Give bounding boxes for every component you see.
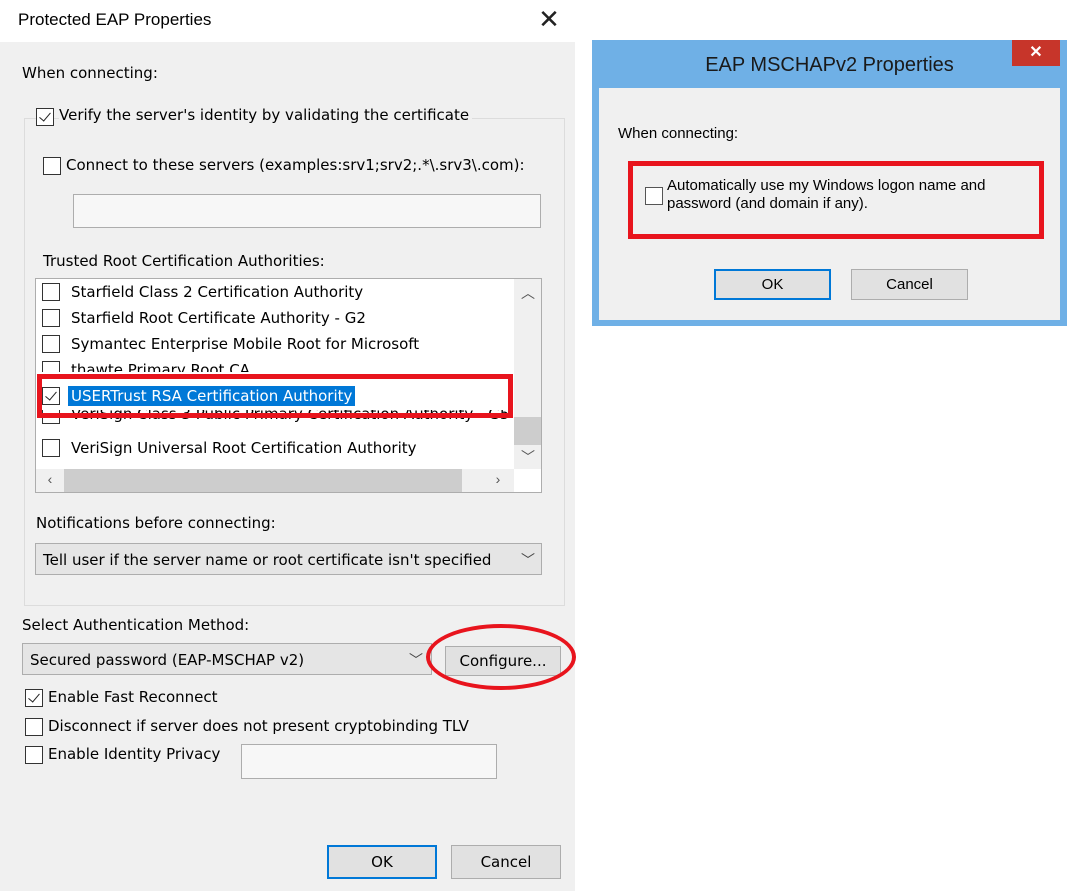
highlight-auto-logon <box>628 161 1044 239</box>
verify-server-label: Verify the server's identity by validati… <box>59 106 473 124</box>
mschap-close-icon[interactable]: ✕ <box>1012 40 1060 66</box>
certificate-name: VeriSign Universal Root Certification Au… <box>71 439 417 457</box>
auth-method-label: Select Authentication Method: <box>22 616 250 634</box>
fast-reconnect-label: Enable Fast Reconnect <box>48 688 218 706</box>
certificate-name: thawte Primary Root CA <box>71 361 250 372</box>
mschap-dialog-body: When connecting: Automatically use my Wi… <box>599 88 1060 320</box>
certificate-checkbox[interactable] <box>42 361 60 372</box>
notifications-dropdown[interactable]: Tell user if the server name or root cer… <box>35 543 542 575</box>
verify-server-checkbox[interactable] <box>36 108 54 126</box>
highlight-selected-certificate <box>37 374 513 418</box>
certificate-checkbox[interactable] <box>42 283 60 301</box>
list-item[interactable]: VeriSign Universal Root Certification Au… <box>36 436 514 462</box>
notifications-value: Tell user if the server name or root cer… <box>43 551 492 569</box>
chevron-down-icon: ﹀ <box>409 652 423 668</box>
identity-privacy-label: Enable Identity Privacy <box>48 745 221 763</box>
certificate-name: Symantec Enterprise Mobile Root for Micr… <box>71 335 420 353</box>
identity-privacy-input[interactable] <box>241 744 497 779</box>
scroll-left-icon[interactable]: ‹ <box>40 471 60 487</box>
cancel-button[interactable]: Cancel <box>451 845 561 879</box>
auth-method-value: Secured password (EAP-MSCHAP v2) <box>30 651 305 669</box>
vertical-scroll-thumb[interactable] <box>514 417 541 445</box>
certificate-name: Starfield Root Certificate Authority - G… <box>71 309 366 327</box>
certificate-checkbox[interactable] <box>42 309 60 327</box>
list-item[interactable]: Starfield Root Certificate Authority - G… <box>36 306 514 332</box>
cryptobinding-checkbox[interactable] <box>25 718 43 736</box>
when-connecting-label: When connecting: <box>22 64 158 82</box>
list-item[interactable]: Starfield Class 2 Certification Authorit… <box>36 280 514 306</box>
servers-input[interactable] <box>73 194 541 228</box>
certificate-name: Starfield Class 2 Certification Authorit… <box>71 283 364 301</box>
chevron-down-icon: ﹀ <box>521 552 535 568</box>
scroll-down-icon[interactable]: ﹀ <box>518 447 538 467</box>
protected-eap-properties-dialog: Protected EAP Properties ✕ When connecti… <box>0 0 576 891</box>
connect-servers-checkbox[interactable] <box>43 157 61 175</box>
list-item[interactable]: Symantec Enterprise Mobile Root for Micr… <box>36 332 514 358</box>
trusted-roots-label: Trusted Root Certification Authorities: <box>43 252 325 270</box>
notifications-label: Notifications before connecting: <box>36 514 276 532</box>
horizontal-scroll-thumb[interactable] <box>64 469 462 492</box>
ok-button[interactable]: OK <box>327 845 437 879</box>
mschap-ok-button[interactable]: OK <box>714 269 831 300</box>
highlight-configure-button <box>426 624 576 690</box>
certificate-checkbox[interactable] <box>42 335 60 353</box>
auth-method-dropdown[interactable]: Secured password (EAP-MSCHAP v2) ﹀ <box>22 643 432 675</box>
cryptobinding-label: Disconnect if server does not present cr… <box>48 717 469 735</box>
peap-close-icon[interactable]: ✕ <box>532 4 566 36</box>
mschap-cancel-button[interactable]: Cancel <box>851 269 968 300</box>
fast-reconnect-checkbox[interactable] <box>25 689 43 707</box>
mschap-when-connecting-label: When connecting: <box>618 125 739 142</box>
scroll-up-icon[interactable]: ︿ <box>518 283 538 303</box>
connect-servers-label: Connect to these servers (examples:srv1;… <box>66 156 525 174</box>
peap-dialog-title: Protected EAP Properties <box>18 10 212 29</box>
eap-mschapv2-properties-dialog: EAP MSCHAPv2 Properties ✕ When connectin… <box>592 40 1067 326</box>
peap-title-bar: Protected EAP Properties ✕ <box>0 0 575 42</box>
list-item[interactable]: thawte Primary Root CA <box>36 358 514 372</box>
scroll-right-icon[interactable]: › <box>488 471 508 487</box>
certificate-checkbox[interactable] <box>42 439 60 457</box>
identity-privacy-checkbox[interactable] <box>25 746 43 764</box>
mschap-dialog-title: EAP MSCHAPv2 Properties <box>705 54 954 76</box>
